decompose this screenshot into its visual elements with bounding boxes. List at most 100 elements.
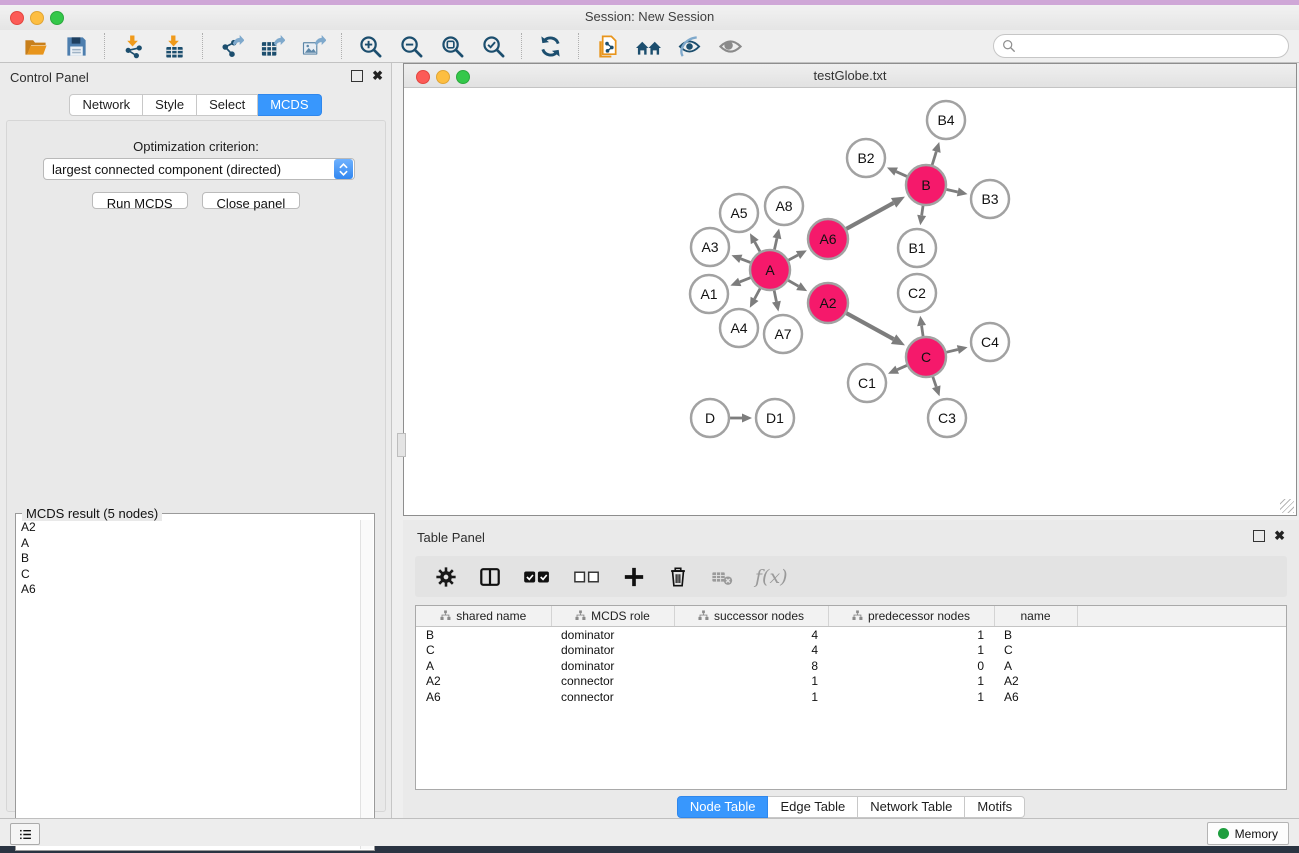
edge-A-A1[interactable]: [740, 277, 752, 282]
zoom-fit-button[interactable]: [439, 33, 466, 60]
apply-layout-button[interactable]: [537, 33, 564, 60]
zoom-selected-button[interactable]: [480, 33, 507, 60]
app-titlebar[interactable]: Session: New Session: [0, 5, 1299, 31]
result-item[interactable]: A6: [21, 582, 360, 598]
column-header-name[interactable]: name: [994, 606, 1077, 627]
tab-select[interactable]: Select: [197, 94, 258, 116]
result-item[interactable]: B: [21, 551, 360, 567]
zoom-out-button[interactable]: [398, 33, 425, 60]
edge-A-A7[interactable]: [774, 290, 776, 302]
result-item[interactable]: C: [21, 567, 360, 583]
edge-A-A2[interactable]: [787, 280, 798, 286]
cell-name[interactable]: A2: [994, 674, 1077, 690]
cell-MCDS-role[interactable]: connector: [551, 674, 674, 690]
export-image-button[interactable]: [300, 33, 327, 60]
search-input[interactable]: [1021, 36, 1288, 56]
cell-name[interactable]: A: [994, 658, 1077, 674]
cell-name[interactable]: B: [994, 627, 1077, 643]
cell-shared-name[interactable]: A: [416, 658, 551, 674]
cell-predecessor-nodes[interactable]: 1: [828, 689, 994, 705]
cell-shared-name[interactable]: A2: [416, 674, 551, 690]
node-table[interactable]: shared nameMCDS rolesuccessor nodesprede…: [415, 605, 1287, 790]
cell-shared-name[interactable]: B: [416, 627, 551, 643]
select-stepper-icon[interactable]: [334, 159, 353, 179]
cell-successor-nodes[interactable]: 8: [674, 658, 828, 674]
cell-successor-nodes[interactable]: 4: [674, 643, 828, 659]
table-row[interactable]: A6connector11A6: [416, 689, 1286, 705]
export-network-button[interactable]: [218, 33, 245, 60]
edge-C-C2[interactable]: [922, 326, 924, 338]
close-panel-icon[interactable]: ✖: [372, 71, 383, 81]
cell-name[interactable]: A6: [994, 689, 1077, 705]
memory-button[interactable]: Memory: [1207, 822, 1289, 845]
edge-C-C4[interactable]: [945, 350, 957, 353]
delete-table-button[interactable]: [711, 566, 733, 588]
tab-node-table[interactable]: Node Table: [677, 796, 769, 818]
column-header-successor-nodes[interactable]: successor nodes: [674, 606, 828, 627]
cell-successor-nodes[interactable]: 1: [674, 674, 828, 690]
table-row[interactable]: Adominator80A: [416, 658, 1286, 674]
window-resize-grip[interactable]: [1280, 499, 1294, 513]
tab-edge-table[interactable]: Edge Table: [768, 796, 858, 818]
tab-style[interactable]: Style: [143, 94, 197, 116]
edge-A-A3[interactable]: [741, 259, 752, 263]
cell-successor-nodes[interactable]: 1: [674, 689, 828, 705]
network-graph[interactable]: B4B2BB3A5A8A6B1A3AC2A1A2A4A7C4CC1C3DD1: [404, 88, 1296, 515]
edge-C-C1[interactable]: [897, 365, 908, 370]
column-header-MCDS-role[interactable]: MCDS role: [551, 606, 674, 627]
close-table-panel-icon[interactable]: ✖: [1274, 531, 1285, 541]
settings-button[interactable]: [435, 566, 457, 588]
run-mcds-button[interactable]: Run MCDS: [92, 192, 188, 209]
cell-shared-name[interactable]: C: [416, 643, 551, 659]
zoom-in-button[interactable]: [357, 33, 384, 60]
split-view-button[interactable]: [479, 566, 501, 588]
open-session-button[interactable]: [22, 33, 49, 60]
edge-A6-B[interactable]: [846, 203, 894, 229]
table-row[interactable]: Cdominator41C: [416, 643, 1286, 659]
hide-selected-button[interactable]: [676, 33, 703, 60]
edge-C-C3[interactable]: [933, 376, 937, 387]
deselect-all-button[interactable]: [573, 566, 601, 588]
close-panel-button[interactable]: Close panel: [202, 192, 301, 209]
edge-B-B4[interactable]: [932, 152, 936, 166]
tab-network-table[interactable]: Network Table: [858, 796, 965, 818]
save-session-button[interactable]: [63, 33, 90, 60]
import-table-button[interactable]: [161, 33, 188, 60]
edge-B-B2[interactable]: [896, 172, 908, 177]
cell-shared-name[interactable]: A6: [416, 689, 551, 705]
show-all-button[interactable]: [717, 33, 744, 60]
criterion-select[interactable]: largest connected component (directed): [43, 158, 355, 180]
edge-A-A5[interactable]: [755, 242, 761, 252]
add-column-button[interactable]: [623, 566, 645, 588]
panel-divider-grip[interactable]: [397, 433, 406, 457]
result-item[interactable]: A2: [21, 520, 360, 536]
result-scrollbar[interactable]: [360, 520, 373, 849]
edge-A-A8[interactable]: [774, 238, 777, 250]
column-header-predecessor-nodes[interactable]: predecessor nodes: [828, 606, 994, 627]
cell-successor-nodes[interactable]: 4: [674, 627, 828, 643]
export-table-button[interactable]: [259, 33, 286, 60]
tab-network[interactable]: Network: [69, 94, 143, 116]
edge-B-B1[interactable]: [922, 205, 924, 216]
tab-mcds[interactable]: MCDS: [258, 94, 321, 116]
cell-MCDS-role[interactable]: dominator: [551, 658, 674, 674]
task-history-button[interactable]: [10, 823, 40, 845]
search-box[interactable]: [993, 34, 1289, 58]
clone-network-button[interactable]: [594, 33, 621, 60]
cell-predecessor-nodes[interactable]: 1: [828, 643, 994, 659]
cell-MCDS-role[interactable]: dominator: [551, 627, 674, 643]
first-neighbors-button[interactable]: [635, 33, 662, 60]
column-header-shared-name[interactable]: shared name: [416, 606, 551, 627]
tab-motifs[interactable]: Motifs: [965, 796, 1025, 818]
function-builder-button[interactable]: f(x): [755, 566, 788, 588]
network-window-titlebar[interactable]: testGlobe.txt: [404, 64, 1296, 88]
select-all-button[interactable]: [523, 566, 551, 588]
cell-MCDS-role[interactable]: dominator: [551, 643, 674, 659]
edge-A-A6[interactable]: [788, 255, 798, 261]
delete-column-button[interactable]: [667, 566, 689, 588]
cell-predecessor-nodes[interactable]: 1: [828, 627, 994, 643]
cell-MCDS-role[interactable]: connector: [551, 689, 674, 705]
network-canvas[interactable]: B4B2BB3A5A8A6B1A3AC2A1A2A4A7C4CC1C3DD1: [404, 88, 1296, 515]
table-row[interactable]: Bdominator41B: [416, 627, 1286, 643]
float-table-panel-icon[interactable]: [1253, 530, 1265, 542]
